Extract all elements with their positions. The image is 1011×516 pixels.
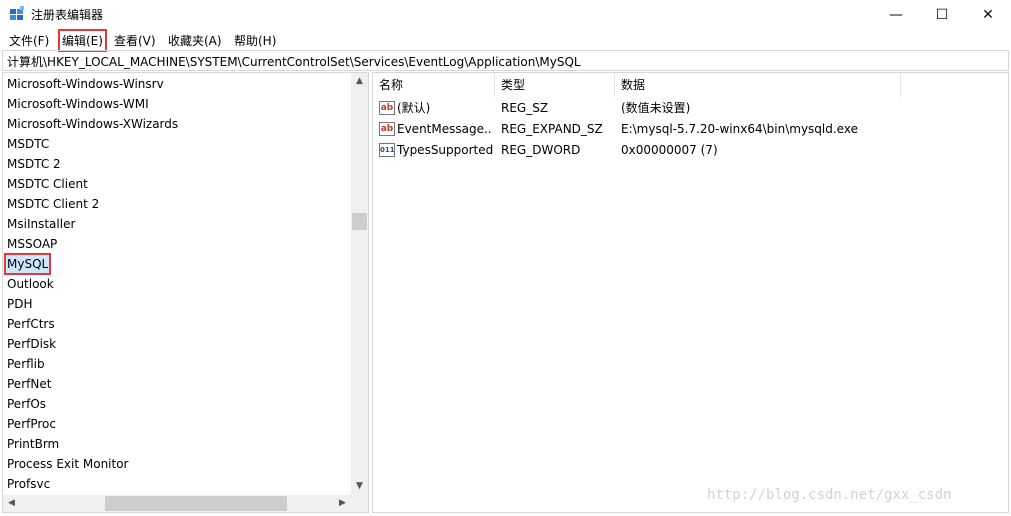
tree-item[interactable]: PerfDisk <box>6 335 57 353</box>
tree-item[interactable]: Perflib <box>6 355 46 373</box>
tree-item[interactable]: PerfNet <box>6 375 52 393</box>
minimize-button[interactable]: — <box>873 0 919 29</box>
column-header-data[interactable]: 数据 <box>615 73 901 97</box>
address-path: 计算机\HKEY_LOCAL_MACHINE\SYSTEM\CurrentCon… <box>7 55 581 69</box>
menu-bar: 文件(F) 编辑(E) 查看(V) 收藏夹(A) 帮助(H) <box>0 29 1011 52</box>
window-title: 注册表编辑器 <box>31 8 104 22</box>
tree-item[interactable]: Microsoft-Windows-XWizards <box>6 115 179 133</box>
tree-item[interactable]: Microsoft-Windows-Winsrv <box>6 75 165 93</box>
menu-edit[interactable]: 编辑(E) <box>58 29 107 52</box>
tree-vertical-scrollbar[interactable]: ▲ ▼ <box>351 73 368 495</box>
tree-item[interactable]: MSSOAP <box>6 235 58 253</box>
value-name: EventMessage... <box>397 122 493 136</box>
tree-item[interactable]: Profsvc <box>6 475 51 493</box>
tree-item[interactable]: MsiInstaller <box>6 215 76 233</box>
value-row[interactable]: ab (默认) REG_SZ (数值未设置) <box>373 98 1008 119</box>
tree-item[interactable]: Outlook <box>6 275 55 293</box>
tree-item[interactable]: PerfProc <box>6 415 57 433</box>
column-header-name[interactable]: 名称 <box>373 73 495 97</box>
minimize-icon: — <box>889 6 903 23</box>
tree-item[interactable]: PerfCtrs <box>6 315 56 333</box>
key-tree[interactable]: Microsoft-Windows-Winsrv Microsoft-Windo… <box>2 72 369 513</box>
values-list[interactable]: 名称 类型 数据 ab (默认) REG_SZ (数值未设置) ab Event… <box>372 72 1009 513</box>
value-name: TypesSupported <box>397 143 493 157</box>
value-name: (默认) <box>397 101 431 115</box>
value-type: REG_EXPAND_SZ <box>501 122 603 136</box>
tree-horizontal-scrollbar[interactable]: ◀ ▶ <box>3 495 368 512</box>
value-row[interactable]: ab EventMessage... REG_EXPAND_SZ E:\mysq… <box>373 119 1008 140</box>
close-button[interactable]: ✕ <box>965 0 1011 29</box>
value-data: 0x00000007 (7) <box>621 143 718 157</box>
string-value-icon: ab <box>379 122 395 136</box>
value-data: (数值未设置) <box>621 101 691 115</box>
value-data: E:\mysql-5.7.20-winx64\bin\mysqld.exe <box>621 122 858 136</box>
column-header-type[interactable]: 类型 <box>495 73 615 97</box>
tree-item[interactable]: MSDTC <box>6 135 50 153</box>
tree-item[interactable]: PDH <box>6 295 34 313</box>
regedit-icon <box>10 6 24 20</box>
scroll-thumb[interactable] <box>105 496 287 511</box>
maximize-icon: ☐ <box>935 6 949 23</box>
watermark: http://blog.csdn.net/gxx_csdn <box>707 487 952 503</box>
value-type: REG_SZ <box>501 101 549 115</box>
value-type: REG_DWORD <box>501 143 581 157</box>
tree-item[interactable]: MSDTC Client 2 <box>6 195 100 213</box>
scroll-up-icon[interactable]: ▲ <box>351 73 368 90</box>
scroll-left-icon[interactable]: ◀ <box>3 495 20 512</box>
tree-item[interactable]: Microsoft-Windows-WMI <box>6 95 150 113</box>
menu-view[interactable]: 查看(V) <box>112 31 158 50</box>
tree-item[interactable]: Process Exit Monitor <box>6 455 130 473</box>
scroll-down-icon[interactable]: ▼ <box>351 478 368 495</box>
close-icon: ✕ <box>982 6 994 23</box>
tree-item[interactable]: MSDTC 2 <box>6 155 62 173</box>
menu-help[interactable]: 帮助(H) <box>232 31 278 50</box>
address-bar[interactable]: 计算机\HKEY_LOCAL_MACHINE\SYSTEM\CurrentCon… <box>2 50 1009 71</box>
scroll-thumb[interactable] <box>352 213 367 230</box>
value-row[interactable]: 011 TypesSupported REG_DWORD 0x00000007 … <box>373 140 1008 161</box>
string-value-icon: ab <box>379 101 395 115</box>
tree-item-selected[interactable]: MySQL <box>3 253 52 275</box>
menu-file[interactable]: 文件(F) <box>7 31 51 50</box>
tree-item[interactable]: PrintBrm <box>6 435 60 453</box>
tree-item[interactable]: PerfOs <box>6 395 47 413</box>
binary-value-icon: 011 <box>379 143 395 157</box>
tree-item[interactable]: MSDTC Client <box>6 175 89 193</box>
menu-favorites[interactable]: 收藏夹(A) <box>166 31 224 50</box>
maximize-button[interactable]: ☐ <box>919 0 965 29</box>
scroll-right-icon[interactable]: ▶ <box>334 495 351 512</box>
title-bar: 注册表编辑器 — ☐ ✕ <box>0 0 1011 29</box>
